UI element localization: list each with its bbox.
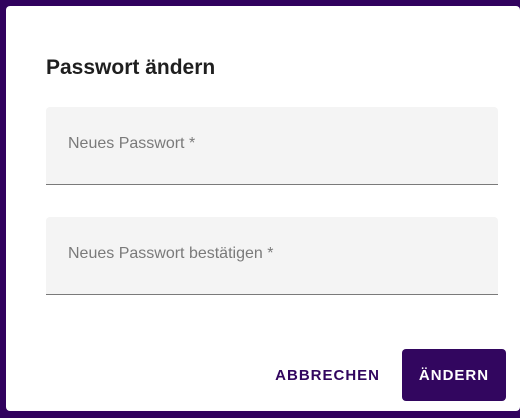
new-password-label: Neues Passwort * [68,135,196,152]
dialog-title: Passwort ändern [46,56,216,79]
change-password-dialog: Passwort ändern Neues Passwort * Neues P… [6,6,520,411]
cancel-button[interactable]: ABBRECHEN [261,349,394,401]
confirm-password-field[interactable]: Neues Passwort bestätigen * [46,217,498,295]
dialog-actions: ABBRECHEN ÄNDERN [261,349,506,401]
change-button[interactable]: ÄNDERN [402,349,506,401]
confirm-password-label: Neues Passwort bestätigen * [68,245,274,262]
new-password-field[interactable]: Neues Passwort * [46,107,498,185]
